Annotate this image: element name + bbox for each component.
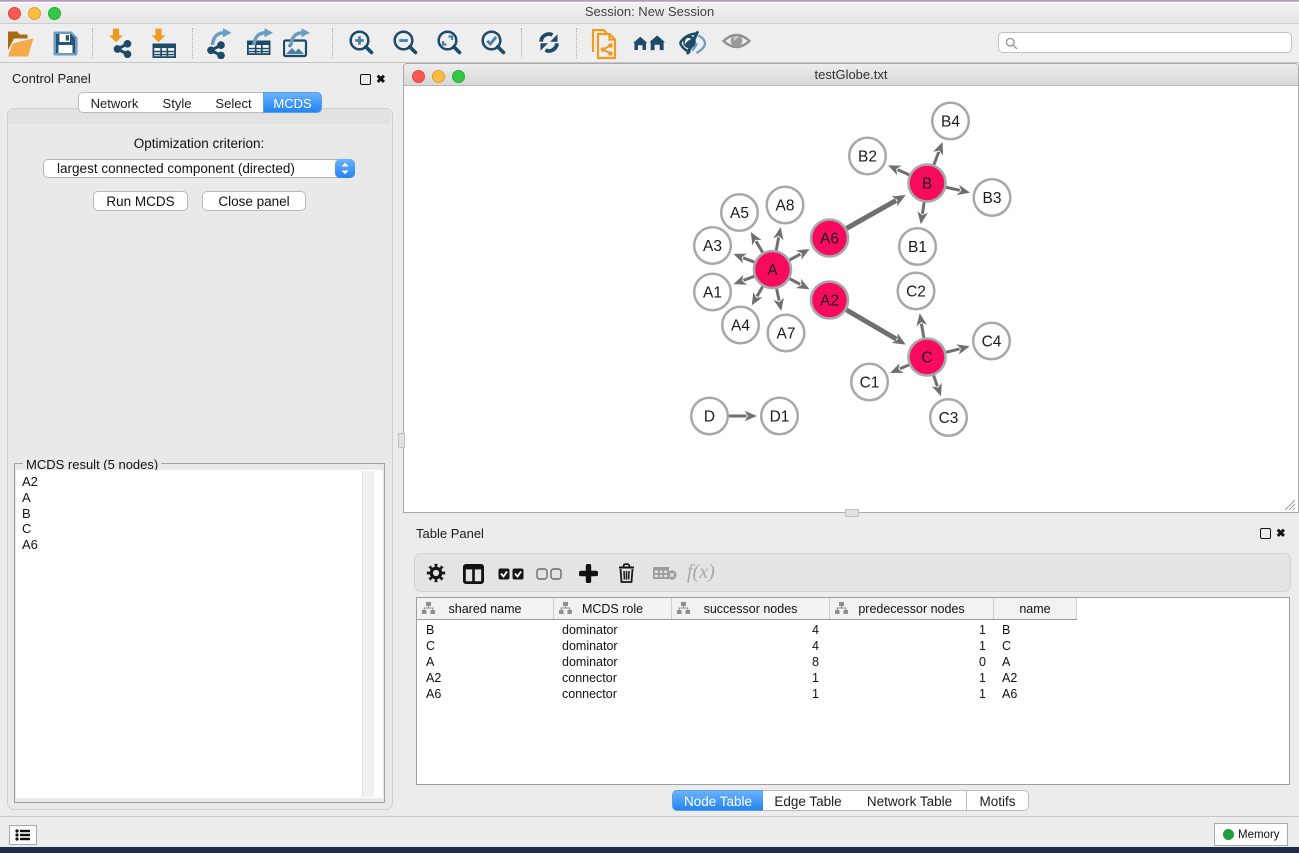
svg-text:C2: C2 (906, 284, 926, 301)
svg-text:C4: C4 (982, 334, 1002, 351)
svg-text:D1: D1 (770, 409, 790, 426)
svg-text:B4: B4 (941, 114, 960, 131)
svg-text:C3: C3 (939, 410, 959, 427)
svg-text:B2: B2 (858, 149, 877, 166)
svg-text:A6: A6 (820, 231, 839, 248)
svg-text:A5: A5 (730, 205, 749, 222)
svg-text:D: D (704, 409, 715, 426)
svg-text:A4: A4 (731, 318, 750, 335)
svg-text:B: B (922, 176, 932, 193)
svg-text:A8: A8 (776, 198, 795, 215)
svg-text:C1: C1 (860, 375, 880, 392)
svg-text:A7: A7 (777, 326, 796, 343)
svg-text:A3: A3 (703, 238, 722, 255)
svg-text:A: A (767, 262, 778, 279)
svg-text:C: C (921, 350, 932, 367)
svg-text:B1: B1 (908, 239, 927, 256)
svg-text:A2: A2 (820, 293, 839, 310)
svg-text:B3: B3 (983, 190, 1002, 207)
svg-text:A1: A1 (703, 285, 722, 302)
